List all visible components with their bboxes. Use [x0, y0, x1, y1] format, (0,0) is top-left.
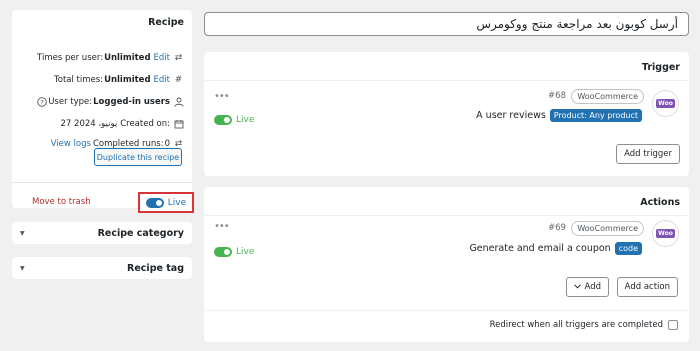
duplicate-recipe-button[interactable]: Duplicate this recipe	[94, 148, 182, 166]
created-on-label: Created on:	[120, 118, 170, 129]
trigger-item: ••• #68 WooCommerce Woo Live A user revi…	[204, 80, 689, 138]
more-options-icon[interactable]: •••	[214, 221, 230, 232]
trigger-description-text: A user reviews	[476, 110, 546, 121]
completed-runs-label: Completed runs:	[92, 138, 164, 149]
created-on-value: 27 يونيو، 2024	[60, 118, 118, 129]
recipe-tag-title: Recipe tag	[127, 262, 184, 274]
woocommerce-logo-icon: Woo	[652, 90, 679, 117]
user-type-value[interactable]: Logged-in users	[93, 97, 170, 107]
recipe-live-toggle[interactable]: Live	[138, 192, 194, 213]
action-token-chip[interactable]: code	[614, 242, 642, 255]
times-per-user-label: Times per user:	[37, 52, 104, 63]
svg-text:?: ?	[40, 98, 43, 106]
redirect-checkbox[interactable]	[668, 320, 678, 330]
redirect-label: Redirect when all triggers are completed	[489, 320, 663, 330]
trigger-panel: Trigger ••• #68 WooCommerce Woo Live A u…	[204, 52, 689, 176]
redirect-option: Redirect when all triggers are completed	[490, 320, 678, 330]
caret-down-icon[interactable]: ▼	[20, 230, 25, 237]
add-dropdown-button[interactable]: Add	[565, 277, 609, 297]
actions-section-title: Actions	[640, 197, 680, 208]
action-number: #69	[548, 223, 566, 233]
move-to-trash-link[interactable]: Move to trash	[32, 197, 91, 207]
toggle-switch-icon[interactable]	[214, 247, 232, 257]
trigger-integration-tag: WooCommerce	[571, 89, 644, 104]
total-times-value: Unlimited	[104, 74, 151, 85]
divider	[12, 182, 192, 183]
action-item: ••• #69 WooCommerce Woo Live Generate an…	[204, 215, 689, 273]
times-per-user-value: Unlimited	[104, 52, 151, 63]
user-type-row: ? User type: Logged-in users	[36, 96, 184, 107]
total-times-row: Total times: Unlimited Edit #	[54, 74, 184, 85]
times-per-user-edit-link[interactable]: Edit	[154, 53, 170, 63]
calendar-icon	[173, 118, 184, 129]
help-icon[interactable]: ?	[36, 96, 47, 107]
trigger-number: #68	[548, 91, 566, 101]
trigger-token-chip[interactable]: Product: Any product	[549, 109, 642, 122]
recipe-panel-title: Recipe	[148, 17, 184, 28]
recipe-category-panel[interactable]: ▼ Recipe category	[12, 222, 192, 244]
add-dropdown-label: Add	[584, 282, 601, 292]
woocommerce-logo-icon: Woo	[652, 220, 679, 247]
recipe-title-input[interactable]: أرسل كوبون بعد مراجعة منتج ووكومرس	[204, 12, 689, 36]
repeat-icon: ⇄	[174, 52, 183, 63]
recipe-live-label: Live	[167, 197, 187, 208]
action-description: Generate and email a coupon code	[469, 242, 642, 255]
add-action-button[interactable]: Add action	[616, 277, 678, 297]
add-trigger-button[interactable]: Add trigger	[616, 144, 680, 164]
action-live-label: Live	[236, 247, 255, 257]
action-description-text: Generate and email a coupon	[469, 243, 611, 254]
completed-runs-value: 0	[164, 138, 170, 149]
hash-icon: #	[174, 74, 183, 85]
recipe-category-title: Recipe category	[97, 227, 184, 239]
actions-panel: Actions ••• #69 WooCommerce Woo Live Gen…	[204, 187, 689, 342]
trigger-section-title: Trigger	[641, 62, 680, 73]
toggle-switch-icon[interactable]	[145, 197, 164, 208]
caret-down-icon[interactable]: ▼	[20, 265, 25, 272]
trigger-description: A user reviews Product: Any product	[476, 109, 642, 122]
created-on-row: 27 يونيو، 2024 Created on:	[60, 118, 185, 129]
action-live-status[interactable]: Live	[214, 247, 254, 257]
recipe-tag-panel[interactable]: ▼ Recipe tag	[12, 257, 192, 279]
view-logs-link[interactable]: View logs	[51, 139, 91, 149]
divider	[204, 310, 689, 311]
user-icon	[173, 96, 184, 107]
total-times-edit-link[interactable]: Edit	[154, 75, 170, 85]
chevron-down-icon	[573, 282, 581, 292]
toggle-switch-icon[interactable]	[214, 115, 232, 125]
more-options-icon[interactable]: •••	[214, 91, 230, 102]
user-type-label: User type:	[48, 96, 93, 107]
trigger-live-status[interactable]: Live	[214, 115, 254, 125]
trigger-live-label: Live	[236, 115, 255, 125]
total-times-label: Total times:	[54, 74, 104, 85]
recipe-panel: Recipe Times per user: Unlimited Edit ⇄ …	[12, 10, 194, 213]
action-integration-tag: WooCommerce	[571, 221, 644, 236]
times-per-user-row: Times per user: Unlimited Edit ⇄	[37, 52, 184, 63]
